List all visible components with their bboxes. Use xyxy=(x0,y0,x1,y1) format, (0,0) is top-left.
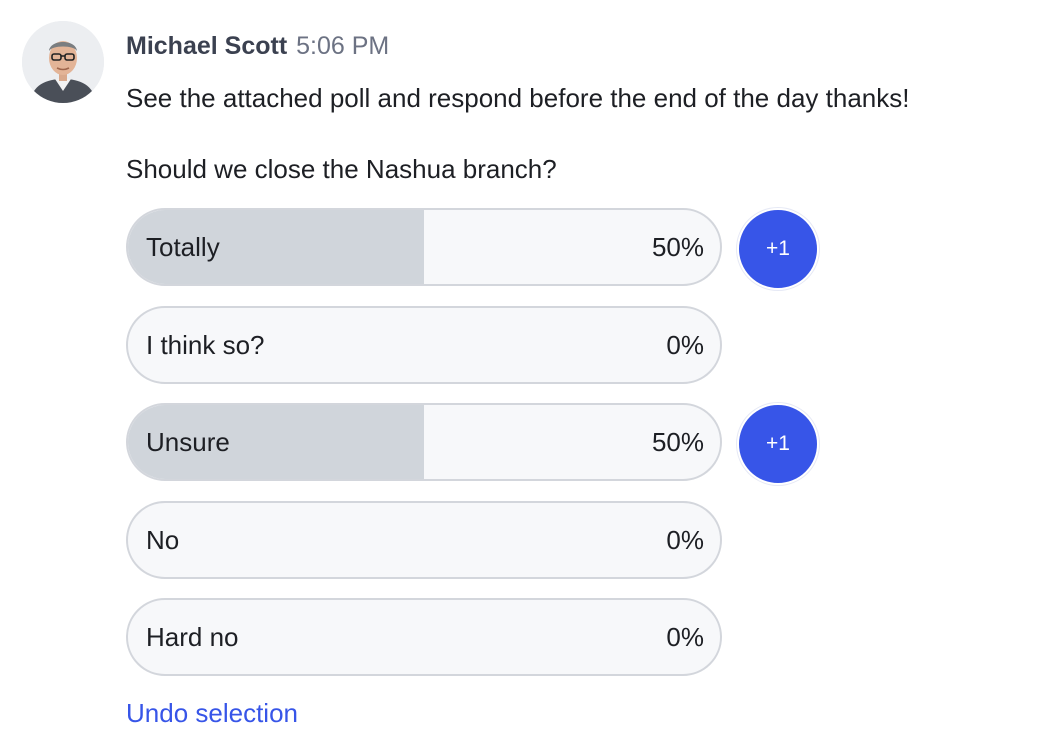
author-name[interactable]: Michael Scott xyxy=(126,32,287,61)
poll-option-totally[interactable]: Totally 50% xyxy=(126,208,722,286)
vote-count-badge[interactable]: +1 xyxy=(737,403,819,485)
user-avatar-icon xyxy=(22,21,104,103)
message-text: See the attached poll and respond before… xyxy=(126,83,910,113)
poll-option-row: I think so? 0% xyxy=(126,305,826,384)
poll-option-percent: 50% xyxy=(651,427,704,457)
message-timestamp: 5:06 PM xyxy=(296,32,390,60)
poll-options: Totally 50% +1 I think so? 0% Unsure 50%… xyxy=(126,208,826,696)
avatar[interactable] xyxy=(22,21,104,103)
poll-option-label: No xyxy=(146,524,180,555)
poll-option-label: I think so? xyxy=(146,329,265,360)
message-header: Michael Scott 5:06 PM xyxy=(126,32,389,64)
poll-option-percent: 0% xyxy=(666,524,704,555)
poll-option-percent: 50% xyxy=(651,232,704,262)
poll-option-no[interactable]: No 0% xyxy=(126,500,722,579)
poll-option-label: Unsure xyxy=(146,427,230,457)
poll-option-row: Unsure 50% +1 xyxy=(126,403,826,485)
poll-option-label: Hard no xyxy=(146,622,239,652)
poll-option-hard-no[interactable]: Hard no 0% xyxy=(126,598,722,676)
poll-option-row: Hard no 0% xyxy=(126,598,826,676)
poll-option-row: Totally 50% +1 xyxy=(126,208,826,290)
poll-option-unsure[interactable]: Unsure 50% xyxy=(126,403,722,481)
poll-question: Should we close the Nashua branch? xyxy=(126,154,557,184)
poll-option-i-think-so[interactable]: I think so? 0% xyxy=(126,305,722,384)
poll-option-percent: 0% xyxy=(666,329,704,360)
undo-selection-link[interactable]: Undo selection xyxy=(126,698,298,729)
poll-option-percent: 0% xyxy=(666,622,704,652)
poll-option-row: No 0% xyxy=(126,500,826,579)
vote-count-badge[interactable]: +1 xyxy=(737,208,819,290)
poll-option-label: Totally xyxy=(146,232,220,262)
